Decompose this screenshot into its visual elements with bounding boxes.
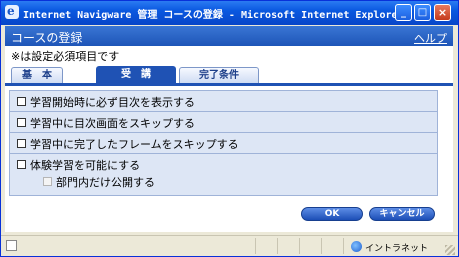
status-divider [299,238,300,254]
status-divider [255,238,256,254]
status-divider [277,238,278,254]
page-icon [6,240,17,251]
show-toc-checkbox[interactable] [17,97,26,106]
skip-completed-frames-checkbox[interactable] [17,139,26,148]
skip-toc-checkbox[interactable] [17,118,26,127]
close-button[interactable]: × [434,4,451,21]
required-note: ※は設定必須項目です [11,50,120,63]
option-label: 学習中に目次画面をスキップする [30,117,195,130]
help-link[interactable]: ヘルプ [414,30,447,46]
page-header: コースの登録 ヘルプ [5,26,453,46]
minimize-button[interactable]: _ [395,4,412,21]
option-label: 学習中に完了したフレームをスキップする [30,138,239,151]
status-bar: イントラネット [1,235,458,256]
option-label: 学習開始時に必ず目次を表示する [30,96,195,109]
internet-explorer-icon: e [5,4,19,19]
title-bar[interactable]: e Internet Navigware 管理 コースの登録 - Microso… [1,1,458,25]
status-divider [321,238,322,254]
security-zone-label: イントラネット [365,244,429,254]
trial-learning-checkbox[interactable] [17,160,26,169]
intranet-zone-icon [351,241,362,252]
option-label: 部門内だけ公開する [56,176,155,189]
option-row: 体験学習を可能にする 部門内だけ公開する [10,154,437,194]
option-row: 学習開始時に必ず目次を表示する [10,91,437,112]
page-content: コースの登録 ヘルプ ※は設定必須項目です 基 本 受 講 完了条件 学習開始時… [5,26,453,232]
cancel-button[interactable]: キャンセル [369,207,435,221]
ok-button[interactable]: OK [301,207,363,221]
tab-completion-conditions[interactable]: 完了条件 [179,67,259,83]
department-only-checkbox[interactable] [43,177,52,186]
option-row: 学習中に目次画面をスキップする [10,112,437,133]
window-title: Internet Navigware 管理 コースの登録 - Microsoft… [23,10,404,21]
tab-basic[interactable]: 基 本 [11,67,63,83]
option-row: 学習中に完了したフレームをスキップする [10,133,437,154]
tab-attendance[interactable]: 受 講 [96,66,176,83]
options-panel: 学習開始時に必ず目次を表示する 学習中に目次画面をスキップする 学習中に完了した… [9,90,438,196]
resize-grip[interactable] [445,245,455,255]
page-title: コースの登録 [11,31,83,45]
option-label: 体験学習を可能にする [30,159,141,172]
status-divider [343,238,344,254]
tab-underline [5,83,453,86]
maximize-button[interactable]: □ [414,4,431,21]
browser-window: e Internet Navigware 管理 コースの登録 - Microso… [0,0,459,257]
